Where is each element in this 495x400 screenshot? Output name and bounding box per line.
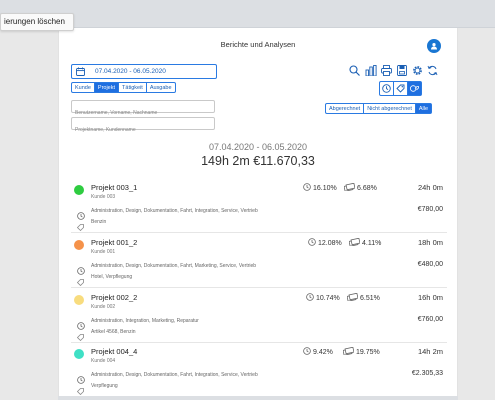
summary-range: 07.04.2020 - 06.05.2020 [208, 142, 308, 152]
billing-filter: Abgerechnet Nicht abgerechnet Alle [325, 103, 433, 114]
project-client: Kunde 001 [91, 249, 116, 255]
clock-icon [303, 183, 311, 191]
project-hours: 24h 0m [417, 183, 443, 192]
time-share-value: 12.08% [318, 240, 342, 247]
money-share: 4.11% [348, 237, 382, 247]
time-share: 10.74% [306, 293, 340, 302]
project-row[interactable]: Projekt 003_1 Kunde 003 16.10% 6.68% 24h 0m A… [71, 178, 447, 233]
project-client: Kunde 002 [91, 304, 116, 310]
project-amount: €2.305,33 [411, 370, 443, 377]
window-bottom-bar [58, 396, 458, 400]
calendar-icon [76, 67, 85, 76]
clock-icon [303, 347, 311, 355]
project-row[interactable]: Projekt 001_2 Kunde 001 12.08% 4.11% 18h 0m A… [71, 233, 447, 288]
tooltip: ierungen löschen [0, 13, 74, 31]
project-hours: 14h 2m [417, 347, 443, 356]
settings-icon[interactable] [412, 65, 423, 76]
project-hours: 16h 0m [417, 293, 443, 302]
view-toggle-group [379, 81, 422, 96]
tab-ausgabe[interactable]: Ausgabe [145, 82, 176, 93]
page-title: Berichte und Analysen [220, 40, 296, 49]
project-amount: €780,00 [417, 206, 443, 213]
tab-kunde[interactable]: Kunde [71, 82, 95, 93]
time-share-value: 16.10% [313, 185, 337, 192]
money-share-value: 6.51% [360, 295, 380, 302]
time-share: 9.42% [303, 347, 333, 356]
group-tabs: Kunde Projekt Tätigkeit Ausgabe [71, 82, 176, 93]
filter-alle[interactable]: Alle [414, 103, 433, 114]
project-tasks: Administration, Integration, Marketing, … [91, 318, 199, 324]
tag-icon [76, 224, 84, 232]
project-expenses: Hotel, Verpflegung [91, 274, 133, 280]
project-amount: €480,00 [417, 261, 443, 268]
project-name: Projekt 002_2 [91, 293, 138, 302]
profile-icon[interactable] [427, 39, 441, 53]
money-icon [343, 182, 356, 192]
tab-projekt[interactable]: Projekt [93, 82, 120, 93]
time-share-value: 9.42% [313, 349, 333, 356]
tab-taetigkeit[interactable]: Tätigkeit [118, 82, 147, 93]
tag-icon [76, 388, 84, 396]
filter-abgerechnet[interactable]: Abgerechnet [325, 103, 365, 114]
time-share: 12.08% [308, 238, 342, 247]
project-color-dot [74, 349, 84, 359]
time-share-value: 10.74% [316, 295, 340, 302]
clock-icon [306, 293, 314, 301]
project-hours: 18h 0m [417, 238, 443, 247]
clock-tag-icon [410, 85, 419, 92]
print-icon[interactable] [381, 65, 392, 76]
project-tasks: Administration, Design, Dokumentation, F… [91, 208, 258, 214]
money-icon [348, 237, 361, 247]
money-icon [342, 346, 355, 356]
date-range-picker[interactable]: 07.04.2020 - 06.05.2020 [71, 64, 217, 79]
project-color-dot [74, 295, 84, 305]
money-share-value: 19.75% [356, 349, 380, 356]
reports-panel: Berichte und Analysen 07.04.2020 - 06.05… [58, 28, 458, 398]
employee-search-field[interactable] [71, 100, 215, 119]
money-share: 6.51% [346, 292, 380, 302]
window-top-bar [0, 0, 495, 28]
tag-icon [76, 279, 84, 287]
project-row[interactable]: Projekt 004_4 Kunde 004 9.42% 19.75% 14h 2m A… [71, 342, 447, 397]
view-time-button[interactable] [379, 81, 394, 96]
project-search-field[interactable] [71, 117, 215, 136]
project-client: Kunde 003 [91, 194, 116, 200]
project-color-dot [74, 240, 84, 250]
project-amount: €760,00 [417, 316, 443, 323]
money-share-value: 6.68% [357, 185, 377, 192]
project-row[interactable]: Projekt 002_2 Kunde 002 10.74% 6.51% 16h 0m A… [71, 288, 447, 343]
project-search-input[interactable] [72, 124, 214, 136]
project-tasks: Administration, Design, Dokumentation, F… [91, 372, 258, 378]
project-color-dot [74, 185, 84, 195]
project-name: Projekt 001_2 [91, 238, 138, 247]
project-name: Projekt 003_1 [91, 183, 138, 192]
money-share: 19.75% [342, 346, 380, 356]
clock-icon [382, 84, 391, 93]
project-client: Kunde 004 [91, 358, 116, 364]
summary-totals: 149h 2m €11.670,33 [201, 154, 315, 168]
search-icon[interactable] [349, 65, 360, 76]
money-share: 6.68% [343, 182, 377, 192]
project-expenses: Benzin [91, 219, 107, 225]
project-expenses: Artikel 4568, Benzin [91, 329, 136, 335]
clock-icon [308, 238, 316, 246]
money-share-value: 4.11% [362, 240, 382, 247]
tag-icon [396, 84, 405, 93]
time-share: 16.10% [303, 183, 337, 192]
refresh-icon[interactable] [427, 65, 438, 76]
date-range-value: 07.04.2020 - 06.05.2020 [95, 68, 166, 75]
tag-icon [76, 334, 84, 342]
view-expense-button[interactable] [393, 81, 408, 96]
money-icon [346, 292, 359, 302]
bar-chart-icon[interactable] [365, 65, 377, 76]
project-expenses: Verpflegung [91, 383, 118, 389]
filter-nicht-abgerechnet[interactable]: Nicht abgerechnet [363, 103, 416, 114]
view-both-button[interactable] [407, 81, 422, 96]
project-name: Projekt 004_4 [91, 347, 138, 356]
project-tasks: Administration, Design, Dokumentation, F… [91, 263, 257, 269]
export-icon[interactable] [397, 65, 407, 76]
